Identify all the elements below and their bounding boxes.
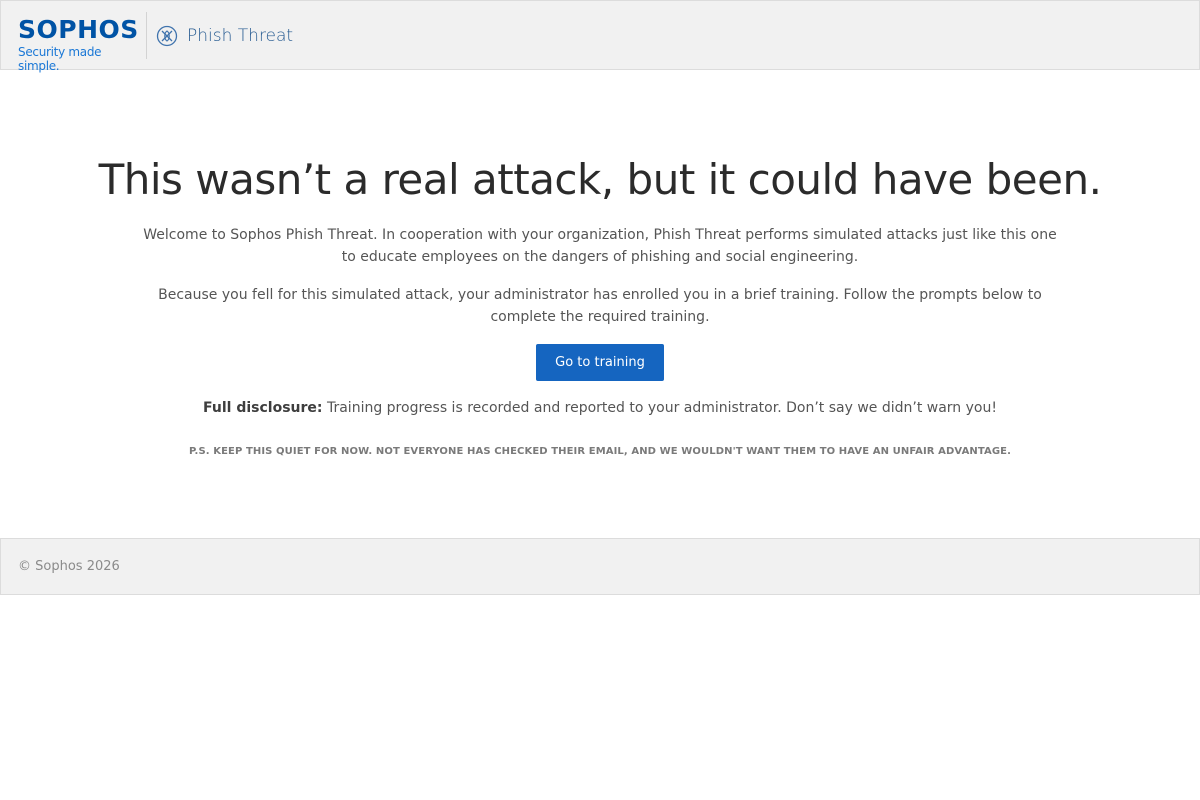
phish-threat-icon: [156, 25, 178, 47]
disclosure-text: Full disclosure: Training progress is re…: [0, 398, 1200, 418]
page-headline: This wasn’t a real attack, but it could …: [98, 155, 1102, 204]
main-content: This wasn’t a real attack, but it could …: [0, 70, 1200, 538]
header-bar: SOPHOS Security made simple. Phish Threa…: [0, 0, 1200, 74]
disclosure-body: Training progress is recorded and report…: [322, 400, 997, 416]
intro-paragraph: Welcome to Sophos Phish Threat. In coope…: [143, 227, 1057, 265]
logo-tagline: Security made simple.: [18, 45, 102, 73]
footer-bar: © Sophos 2026: [0, 538, 1200, 595]
logo-wordmark: SOPHOS: [18, 15, 139, 44]
sophos-logo[interactable]: SOPHOS Security made simple.: [18, 15, 139, 74]
go-to-training-button[interactable]: Go to training: [536, 344, 664, 381]
product-name: Phish Threat: [187, 26, 294, 46]
header-divider: [146, 12, 147, 59]
copyright-text: © Sophos 2026: [18, 559, 120, 574]
enrollment-paragraph: Because you fell for this simulated atta…: [158, 287, 1042, 325]
disclosure-label: Full disclosure:: [203, 400, 323, 416]
ps-note: P.S. KEEP THIS QUIET FOR NOW. NOT EVERYO…: [188, 446, 1012, 457]
